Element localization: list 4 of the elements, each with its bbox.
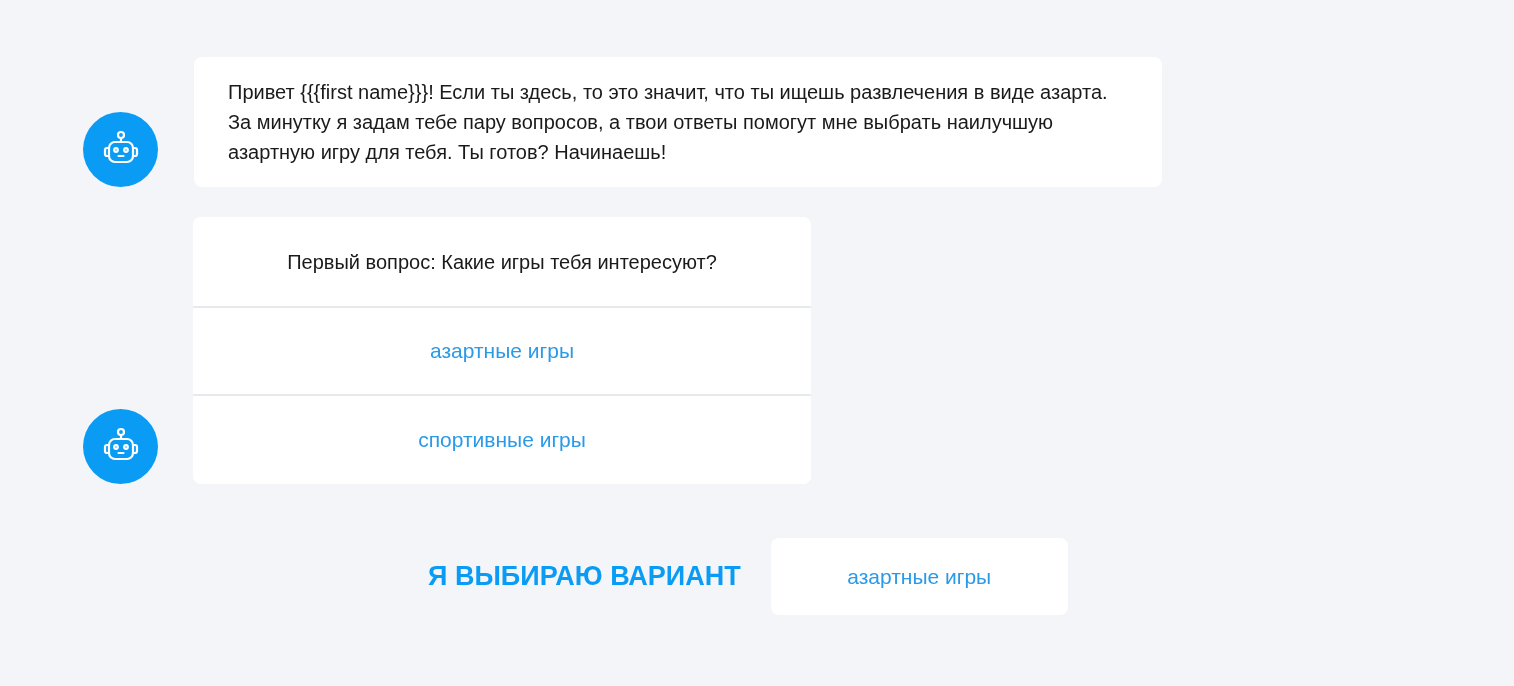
question-text: Первый вопрос: Какие игры тебя интересуют? <box>287 249 717 275</box>
choice-label: Я ВЫБИРАЮ ВАРИАНТ <box>428 560 741 594</box>
message-text: Привет {{{first name}}}! Если ты здесь, то это значит, что ты ищешь развлечения в виде азарта. За минутку я задам тебе пару вопросов, а твои ответы помогут мне выбрать наилучшую азартную игру для тебя. Ты готов? Начинаешь! <box>228 80 1109 165</box>
chosen-answer: азартные игры <box>770 538 1068 615</box>
